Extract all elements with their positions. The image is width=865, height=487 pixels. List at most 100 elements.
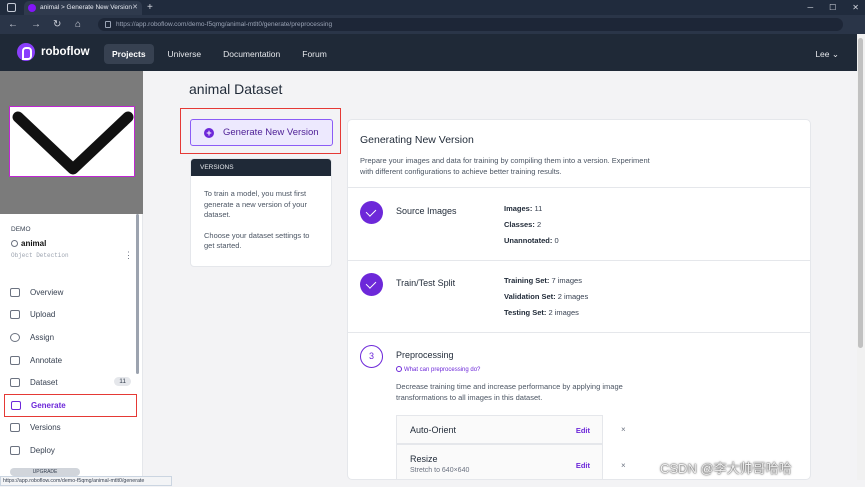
project-name[interactable]: animal [11, 239, 46, 248]
annotate-icon [10, 355, 20, 365]
preprocessing-description: Decrease training time and increase perf… [396, 382, 623, 402]
tab-close-icon[interactable]: ✕ [132, 1, 138, 15]
sidebar-item-dataset[interactable]: Dataset 11 [4, 371, 137, 394]
browser-chrome: animal > Generate New Version ✕ + ─ ☐ ✕ … [0, 0, 865, 34]
project-name-text: animal [21, 239, 47, 248]
address-row: ← → ↻ ⌂ https://app.roboflow.com/demo-f5… [0, 15, 865, 34]
question-icon [396, 366, 402, 372]
step-number-badge: 3 [360, 345, 383, 368]
thumbnail-image [9, 106, 135, 177]
roboflow-favicon-icon [28, 4, 36, 12]
forward-icon[interactable]: → [31, 19, 41, 30]
training-label: Training Set: [504, 276, 550, 285]
generate-card: Generating New Version Prepare your imag… [347, 119, 811, 480]
window-controls: ─ ☐ ✕ [807, 0, 859, 15]
page-scrollbar[interactable] [857, 34, 865, 480]
sidebar-item-label: Deploy [30, 445, 55, 455]
sidebar-item-generate[interactable]: Generate [4, 393, 137, 417]
globe-icon [11, 240, 18, 247]
validation-label: Validation Set: [504, 292, 556, 301]
sidebar-item-assign[interactable]: Assign [4, 326, 137, 349]
remove-icon[interactable]: × [621, 461, 626, 470]
testing-value: 2 images [548, 308, 579, 317]
project-sidebar: DEMO animal Object Detection ⋮ Overview … [0, 71, 143, 480]
sidebar-item-versions[interactable]: Versions [4, 417, 137, 440]
dataset-icon [10, 378, 20, 388]
nav-universe[interactable]: Universe [160, 44, 210, 64]
versions-text-1: To train a model, you must first generat… [204, 189, 307, 219]
generate-icon [11, 400, 21, 410]
sidebar-scrollbar[interactable] [136, 214, 139, 374]
generate-new-version-button[interactable]: + Generate New Version [190, 119, 333, 146]
nav-documentation[interactable]: Documentation [215, 44, 288, 64]
option-name: Resize [410, 454, 438, 464]
back-icon[interactable]: ← [8, 19, 18, 30]
minimize-icon[interactable]: ─ [807, 0, 813, 15]
sidebar-item-overview[interactable]: Overview [4, 281, 137, 304]
browser-tab[interactable]: animal > Generate New Version ✕ [24, 1, 142, 15]
sidebar-item-label: Assign [30, 332, 55, 342]
step-preprocessing[interactable]: Preprocessing [396, 350, 454, 360]
scrollbar-thumb[interactable] [858, 38, 863, 348]
main-content: animal Dataset + Generate New Version VE… [143, 71, 857, 480]
step-source-images[interactable]: Source Images [396, 206, 457, 216]
overview-icon [10, 287, 20, 297]
option-detail: Stretch to 640×640 [410, 467, 470, 474]
watermark: CSDN @李大帅哥哈哈 [660, 461, 792, 476]
sidebar-item-label: Upload [30, 310, 56, 320]
remove-icon[interactable]: × [621, 425, 626, 434]
step-train-test-split[interactable]: Train/Test Split [396, 278, 455, 288]
tab-title: animal > Generate New Version [40, 4, 132, 11]
upgrade-button[interactable]: UPGRADE [10, 468, 80, 476]
option-name: Auto-Orient [410, 425, 457, 435]
assign-icon [10, 332, 20, 342]
sidebar-menu: Overview Upload Assign Annotate Dataset 1… [4, 281, 137, 462]
preprocessing-help-link[interactable]: What can preprocessing do? [396, 366, 480, 373]
reload-icon[interactable]: ↻ [53, 19, 61, 30]
new-tab-icon[interactable]: + [147, 0, 153, 15]
source-stats: Images: 11 Classes: 2 Unannotated: 0 [504, 201, 559, 249]
sidebar-item-label: Versions [30, 423, 61, 433]
classes-value: 2 [536, 220, 542, 229]
option-auto-orient: Auto-Orient Edit [396, 415, 603, 444]
nav-forum[interactable]: Forum [294, 44, 335, 64]
address-bar[interactable]: https://app.roboflow.com/demo-f5qmg/anim… [98, 18, 843, 31]
card-description: Prepare your images and data for trainin… [360, 156, 650, 176]
upload-icon [10, 310, 20, 320]
kebab-menu-icon[interactable]: ⋮ [124, 250, 133, 261]
sidebar-item-upload[interactable]: Upload [4, 304, 137, 327]
check-circle-icon [360, 273, 383, 296]
divider [348, 260, 810, 261]
plus-circle-icon: + [204, 127, 214, 138]
versions-icon [10, 423, 20, 433]
generate-highlight: + Generate New Version [180, 108, 341, 154]
versions-header: VERSIONS [191, 159, 331, 176]
roboflow-logo[interactable]: roboflow [17, 43, 90, 61]
versions-panel: VERSIONS To train a model, you must firs… [190, 158, 332, 267]
testing-label: Testing Set: [504, 308, 547, 317]
tab-strip: animal > Generate New Version ✕ + ─ ☐ ✕ [0, 0, 865, 15]
check-circle-icon [360, 201, 383, 224]
edit-button[interactable]: Edit [576, 426, 590, 435]
maximize-icon[interactable]: ☐ [829, 0, 836, 15]
address-text: https://app.roboflow.com/demo-f5qmg/anim… [116, 21, 333, 28]
training-value: 7 images [551, 276, 582, 285]
sidebar-item-label: Generate [31, 400, 66, 410]
brand-name: roboflow [41, 46, 90, 58]
roboflow-logo-icon [17, 43, 35, 61]
user-menu[interactable]: Lee ⌄ [815, 49, 839, 60]
help-link-text: What can preprocessing do? [404, 367, 481, 373]
sidebar-item-deploy[interactable]: Deploy [4, 439, 137, 462]
unannotated-label: Unannotated: [504, 236, 553, 245]
page-title: animal Dataset [189, 81, 283, 97]
split-stats: Training Set: 7 images Validation Set: 2… [504, 273, 588, 321]
classes-label: Classes: [504, 220, 535, 229]
nav-projects[interactable]: Projects [104, 44, 154, 64]
sidebar-item-annotate[interactable]: Annotate [4, 349, 137, 372]
sidebar-item-label: Dataset [30, 378, 58, 388]
window-close-icon[interactable]: ✕ [852, 0, 859, 15]
workspace-label: DEMO [11, 226, 31, 233]
home-icon[interactable]: ⌂ [75, 19, 81, 30]
edit-button[interactable]: Edit [576, 461, 590, 470]
sidebar-toggle-icon[interactable] [7, 3, 16, 12]
